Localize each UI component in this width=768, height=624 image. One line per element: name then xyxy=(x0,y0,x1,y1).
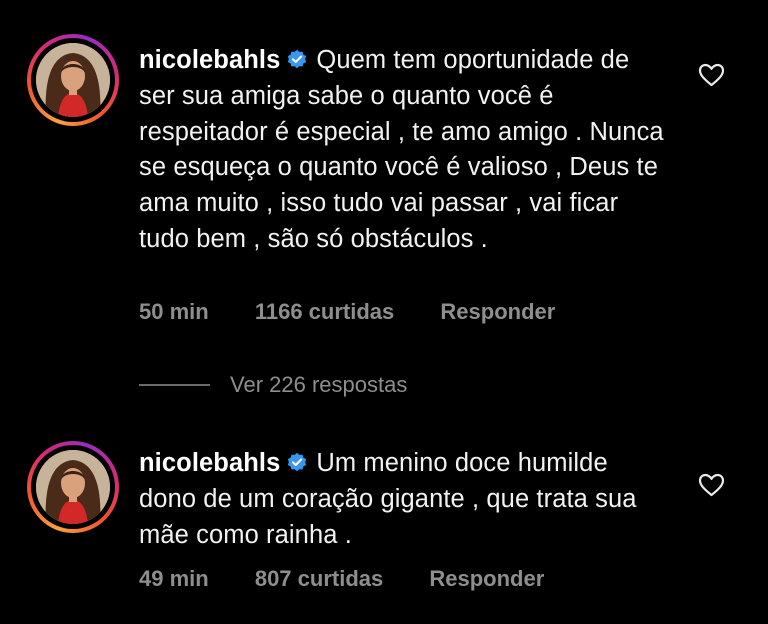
divider xyxy=(139,384,210,386)
comment-username[interactable]: nicolebahls xyxy=(139,46,280,74)
avatar[interactable] xyxy=(27,441,119,533)
comment-username[interactable]: nicolebahls xyxy=(139,449,280,477)
comment-likes[interactable]: 1166 curtidas xyxy=(255,299,394,325)
avatar[interactable] xyxy=(27,34,119,126)
reply-button[interactable]: Responder xyxy=(429,566,544,592)
view-replies-label[interactable]: Ver 226 respostas xyxy=(230,372,407,398)
verified-badge-icon xyxy=(288,49,307,69)
heart-icon[interactable] xyxy=(698,473,725,497)
heart-icon[interactable] xyxy=(698,63,725,87)
comment-meta: 50 min 1166 curtidas Responder xyxy=(139,299,555,325)
comment-text-block: nicolebahls Um menino doce humilde dono d… xyxy=(139,446,664,553)
comment-text: Quem tem oportunidade de ser sua amiga s… xyxy=(139,46,664,253)
view-replies-toggle[interactable]: Ver 226 respostas xyxy=(139,372,539,400)
comment-likes[interactable]: 807 curtidas xyxy=(255,566,383,592)
comment-time: 50 min xyxy=(139,299,209,324)
verified-badge-icon xyxy=(288,452,307,472)
comment-text-block: nicolebahls Quem tem oportunidade de ser … xyxy=(139,43,664,258)
comment-time: 49 min xyxy=(139,566,209,591)
comment-meta: 49 min 807 curtidas Responder xyxy=(139,566,544,592)
reply-button[interactable]: Responder xyxy=(440,299,555,325)
